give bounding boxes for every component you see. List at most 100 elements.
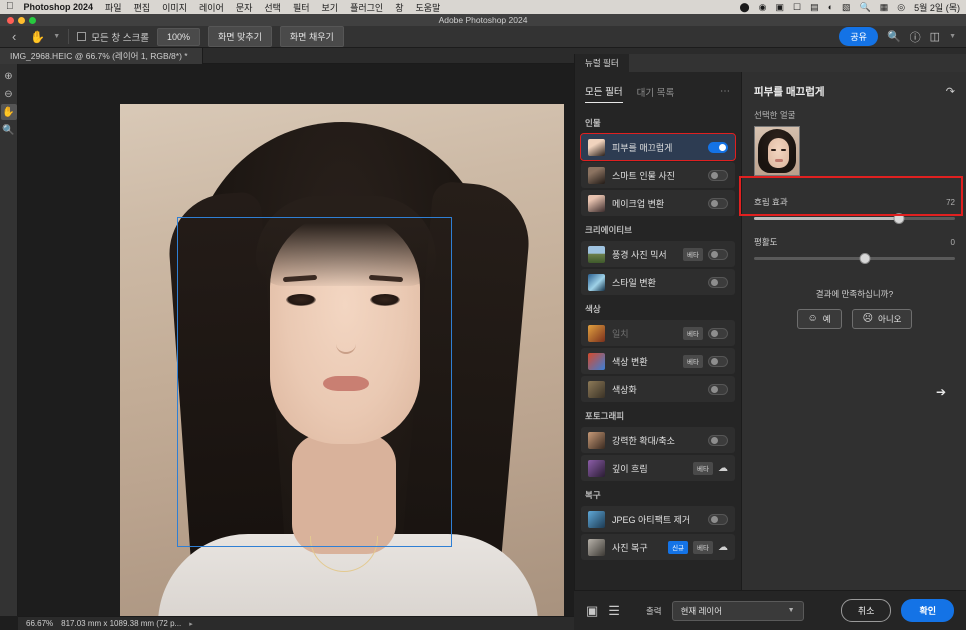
filter-item[interactable]: 피부를 매끄럽게 [580, 133, 736, 161]
cloud-download-icon[interactable]: ☁ [718, 542, 728, 553]
toggle-knob [718, 143, 726, 151]
record-icon[interactable]: ⬤ [740, 2, 750, 12]
output-select[interactable]: 현재 레이어 ▼ [671, 600, 804, 621]
menu-item-type[interactable]: 문자 [236, 1, 253, 14]
toggle-knob [710, 515, 718, 523]
slider-blur-track[interactable] [754, 213, 955, 224]
workspace-icon[interactable]: ◫ [930, 30, 940, 43]
filter-toggle[interactable] [708, 169, 728, 181]
control-center-icon[interactable]: ▣ [775, 2, 784, 12]
filter-toggle[interactable] [708, 141, 728, 153]
magnifier-icon[interactable]: 🔍 [1, 122, 17, 138]
share-button[interactable]: 공유 [839, 27, 878, 46]
filter-item[interactable]: 색상화 [581, 376, 735, 402]
beta-badge: 베타 [683, 354, 703, 368]
selected-face-thumbnail[interactable] [754, 126, 800, 176]
cancel-button[interactable]: 취소 [840, 599, 892, 622]
hand-tool-icon[interactable]: ✋ [30, 30, 45, 44]
filter-item[interactable]: JPEG 아티팩트 제거 [581, 506, 735, 532]
menu-item-image[interactable]: 이미지 [162, 1, 187, 14]
feedback-yes-button[interactable]: ☺ 예 [796, 309, 842, 329]
battery-icon[interactable]: ▤ [810, 2, 819, 12]
filter-toggle[interactable] [708, 197, 728, 209]
face-selection-rectangle[interactable] [177, 217, 452, 547]
spotlight-search-icon[interactable]: 🔍 [860, 2, 871, 12]
chevron-down-icon[interactable]: ▼ [53, 33, 60, 40]
filter-toggle[interactable] [708, 276, 728, 288]
slider-smoothness-value[interactable]: 0 [951, 238, 955, 247]
filter-toggle[interactable] [708, 248, 728, 260]
menu-item-help[interactable]: 도움말 [415, 1, 440, 14]
filter-item[interactable]: 스마트 인물 사진 [581, 162, 735, 188]
input-source-icon[interactable]: ▧ [842, 2, 851, 12]
slider-smoothness-handle[interactable] [859, 253, 871, 264]
screenshot-icon[interactable]: ◉ [759, 2, 767, 12]
display-icon[interactable]: ☐ [793, 2, 801, 12]
tab-neural-filters[interactable]: 뉴럴 필터 [575, 54, 629, 72]
filter-toggle[interactable] [708, 327, 728, 339]
menu-item-filter[interactable]: 필터 [293, 1, 310, 14]
toggle-knob [710, 250, 718, 258]
slider-blur-handle[interactable] [893, 213, 905, 224]
filter-item[interactable]: 메이크업 변환 [581, 190, 735, 216]
zoom-level-button[interactable]: 100% [156, 27, 200, 46]
toggle-knob [710, 171, 718, 179]
menu-item-layer[interactable]: 레이어 [199, 1, 224, 14]
ok-button[interactable]: 확인 [901, 599, 954, 622]
slider-blur-value[interactable]: 72 [946, 198, 955, 207]
filter-toggle[interactable] [708, 355, 728, 367]
wifi-icon[interactable]: ◐ [828, 2, 833, 12]
toggle-knob [710, 385, 718, 393]
filter-item[interactable]: 색상 변환 베타 [581, 348, 735, 374]
siri-icon[interactable]: ◎ [897, 2, 905, 12]
cloud-download-icon[interactable]: ☁ [718, 463, 728, 474]
fit-screen-button[interactable]: 화면 맞추기 [208, 26, 272, 47]
subtab-all-filters[interactable]: 모든 필터 [585, 84, 623, 103]
filter-toggle[interactable] [708, 434, 728, 446]
feedback-buttons: ☺ 예 ☹ 아니오 [742, 300, 966, 329]
search-icon[interactable]: 🔍 [887, 30, 901, 43]
slider-smoothness-track[interactable] [754, 253, 955, 264]
settings-header: 피부를 매끄럽게 ↷ [742, 72, 966, 99]
menu-item-plugins[interactable]: 플러그인 [350, 1, 383, 14]
filter-toggle[interactable] [708, 383, 728, 395]
filter-item[interactable]: 스타일 변환 [581, 269, 735, 295]
canvas-area[interactable] [18, 64, 574, 616]
split-preview-icon[interactable]: ▣ [586, 603, 598, 619]
scroll-all-windows-checkbox[interactable]: 모든 창 스크롤 [77, 30, 149, 44]
filter-item[interactable]: 풍경 사진 믹서 베타 [581, 241, 735, 267]
chevron-left-icon[interactable]: ‹ [6, 29, 22, 44]
filter-group-title: 크리에이티브 [585, 225, 632, 235]
zoom-out-icon[interactable]: ⊖ [1, 86, 17, 102]
layers-icon[interactable]: ☰ [608, 603, 620, 619]
feedback-no-button[interactable]: ☹ 아니오 [851, 309, 913, 329]
menu-item-view[interactable]: 보기 [322, 1, 339, 14]
slider-smoothness-row: 평활도 0 [754, 226, 955, 248]
menu-item-file[interactable]: 파일 [105, 1, 122, 14]
menu-item-select[interactable]: 선택 [264, 1, 281, 14]
status-zoom-level[interactable]: 66.67% [26, 619, 53, 628]
more-options-icon[interactable]: ⋯ [720, 86, 731, 101]
document-tab[interactable]: IMG_2968.HEIC @ 66.7% (레이어 1, RGB/8*) * [0, 47, 203, 64]
filter-item-label: 색상화 [612, 384, 637, 395]
menu-app-name[interactable]: Photoshop 2024 [24, 2, 94, 12]
fill-screen-button[interactable]: 화면 채우기 [279, 26, 344, 47]
filter-item[interactable]: 깊이 흐림 베타 ☁ [581, 455, 735, 481]
chevron-down-icon[interactable]: ▼ [949, 33, 956, 40]
menu-item-window[interactable]: 창 [395, 1, 403, 14]
filter-toggle[interactable] [708, 513, 728, 525]
chevron-right-icon[interactable]: ▸ [189, 620, 193, 628]
hand-tool-icon[interactable]: ✋ [0, 104, 17, 120]
help-icon[interactable]: ⓘ [910, 29, 921, 45]
slider-smoothness-label: 평활도 [754, 237, 778, 247]
filter-item[interactable]: 일치 베타 [581, 320, 735, 346]
subtab-wait-list[interactable]: 대기 목록 [637, 85, 675, 103]
apple-logo-icon[interactable]:  [6, 2, 14, 12]
menu-item-edit[interactable]: 편집 [134, 1, 151, 14]
screen-mirroring-icon[interactable]: ▦ [880, 2, 889, 12]
zoom-in-icon[interactable]: ⊕ [1, 68, 17, 84]
filter-item[interactable]: 사진 복구 신규 베타 ☁ [581, 534, 735, 560]
reset-icon[interactable]: ↷ [946, 85, 955, 98]
filter-item[interactable]: 강력한 확대/축소 [581, 427, 735, 453]
menu-bar-clock[interactable]: 5월 2일 (목) [914, 1, 960, 14]
